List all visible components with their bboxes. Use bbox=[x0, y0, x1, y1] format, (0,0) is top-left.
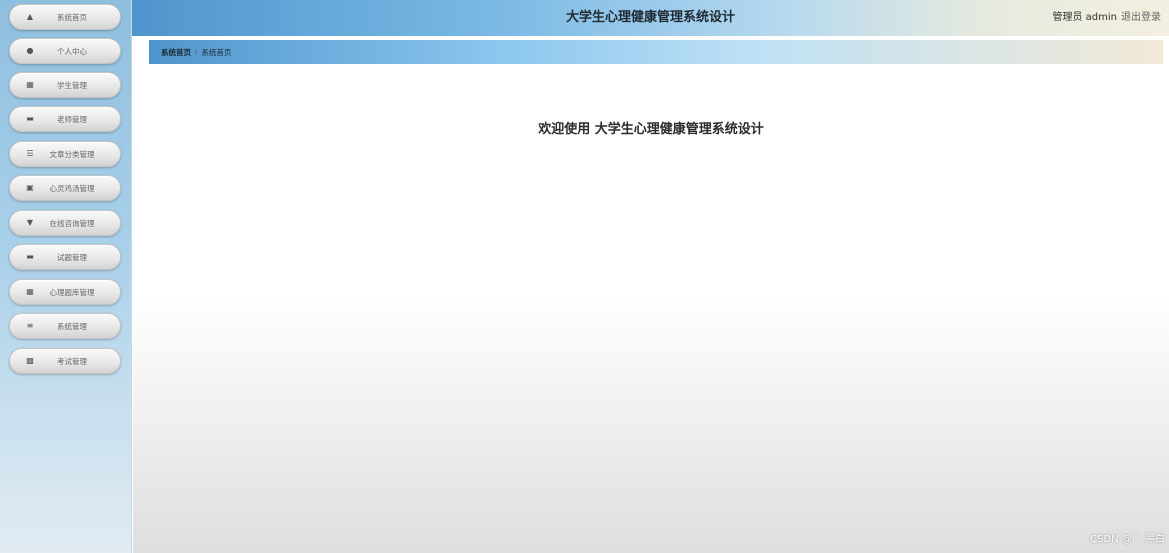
sidebar-item-label: 学生管理 bbox=[57, 80, 87, 90]
breadcrumb-home-link[interactable]: 系统首页 bbox=[161, 47, 191, 58]
welcome-message: 欢迎使用 大学生心理健康管理系统设计 bbox=[538, 122, 764, 137]
sidebar: ▲ 系统首页 ● 个人中心 ▦ 学生管理 ▬ 老师管理 ☰ 文章分类管理 ▣ 心… bbox=[0, 0, 132, 553]
watermark: CSDN @ ゛黑白 bbox=[1090, 534, 1165, 545]
sidebar-item-home[interactable]: ▲ 系统首页 bbox=[9, 4, 121, 30]
breadcrumb-separator-icon: ⁝ bbox=[195, 47, 198, 57]
sliders-icon: ☰ bbox=[26, 149, 34, 158]
sidebar-item-chicken-soup-management[interactable]: ▣ 心灵鸡汤管理 bbox=[9, 175, 121, 201]
sidebar-item-teacher-management[interactable]: ▬ 老师管理 bbox=[9, 106, 121, 132]
main-content: 欢迎使用 大学生心理健康管理系统设计 CSDN @ ゛黑白 bbox=[133, 64, 1169, 553]
list-icon: ≡ bbox=[26, 321, 34, 330]
sidebar-item-system-management[interactable]: ≡ 系统管理 bbox=[9, 313, 121, 339]
sidebar-item-exam-management[interactable]: ▩ 考试管理 bbox=[9, 348, 121, 374]
user-icon: ● bbox=[26, 46, 34, 55]
user-label: 管理员 admin bbox=[1052, 12, 1117, 23]
breadcrumb: 系统首页 ⁝ 系统首页 bbox=[149, 40, 1163, 64]
monitor-icon: ▬ bbox=[26, 114, 34, 123]
logout-link[interactable]: 退出登录 bbox=[1121, 12, 1161, 23]
sidebar-item-label: 老师管理 bbox=[57, 114, 87, 124]
sidebar-item-label: 心灵鸡汤管理 bbox=[49, 183, 95, 193]
header: 大学生心理健康管理系统设计 管理员 admin 退出登录 bbox=[132, 0, 1169, 36]
grid-icon: ▦ bbox=[26, 287, 34, 296]
sidebar-item-question-bank-management[interactable]: ▦ 心理题库管理 bbox=[9, 279, 121, 305]
sidebar-item-label: 系统首页 bbox=[57, 12, 87, 22]
sidebar-item-question-management[interactable]: ▬ 试题管理 bbox=[9, 244, 121, 270]
clipboard-icon: ▣ bbox=[26, 183, 34, 192]
sidebar-item-article-category-management[interactable]: ☰ 文章分类管理 bbox=[9, 141, 121, 167]
sidebar-item-student-management[interactable]: ▦ 学生管理 bbox=[9, 72, 121, 98]
chat-icon: ▼ bbox=[26, 218, 34, 227]
home-icon: ▲ bbox=[26, 12, 34, 21]
exam-icon: ▩ bbox=[26, 356, 34, 365]
sidebar-item-personal-center[interactable]: ● 个人中心 bbox=[9, 38, 121, 64]
sidebar-item-label: 系统管理 bbox=[57, 321, 87, 331]
sidebar-item-label: 心理题库管理 bbox=[49, 287, 95, 297]
sidebar-item-label: 个人中心 bbox=[57, 46, 87, 56]
monitor-icon: ▬ bbox=[26, 252, 34, 261]
sidebar-item-online-consult-management[interactable]: ▼ 在线咨询管理 bbox=[9, 210, 121, 236]
breadcrumb-current: 系统首页 bbox=[201, 47, 232, 57]
user-info: 管理员 admin 退出登录 bbox=[1052, 0, 1161, 36]
page-title: 大学生心理健康管理系统设计 bbox=[565, 10, 735, 25]
sidebar-item-label: 试题管理 bbox=[57, 252, 87, 262]
sidebar-item-label: 在线咨询管理 bbox=[49, 218, 95, 228]
sidebar-item-label: 文章分类管理 bbox=[49, 149, 95, 159]
sidebar-item-label: 考试管理 bbox=[57, 356, 87, 366]
grid-icon: ▦ bbox=[26, 80, 34, 89]
